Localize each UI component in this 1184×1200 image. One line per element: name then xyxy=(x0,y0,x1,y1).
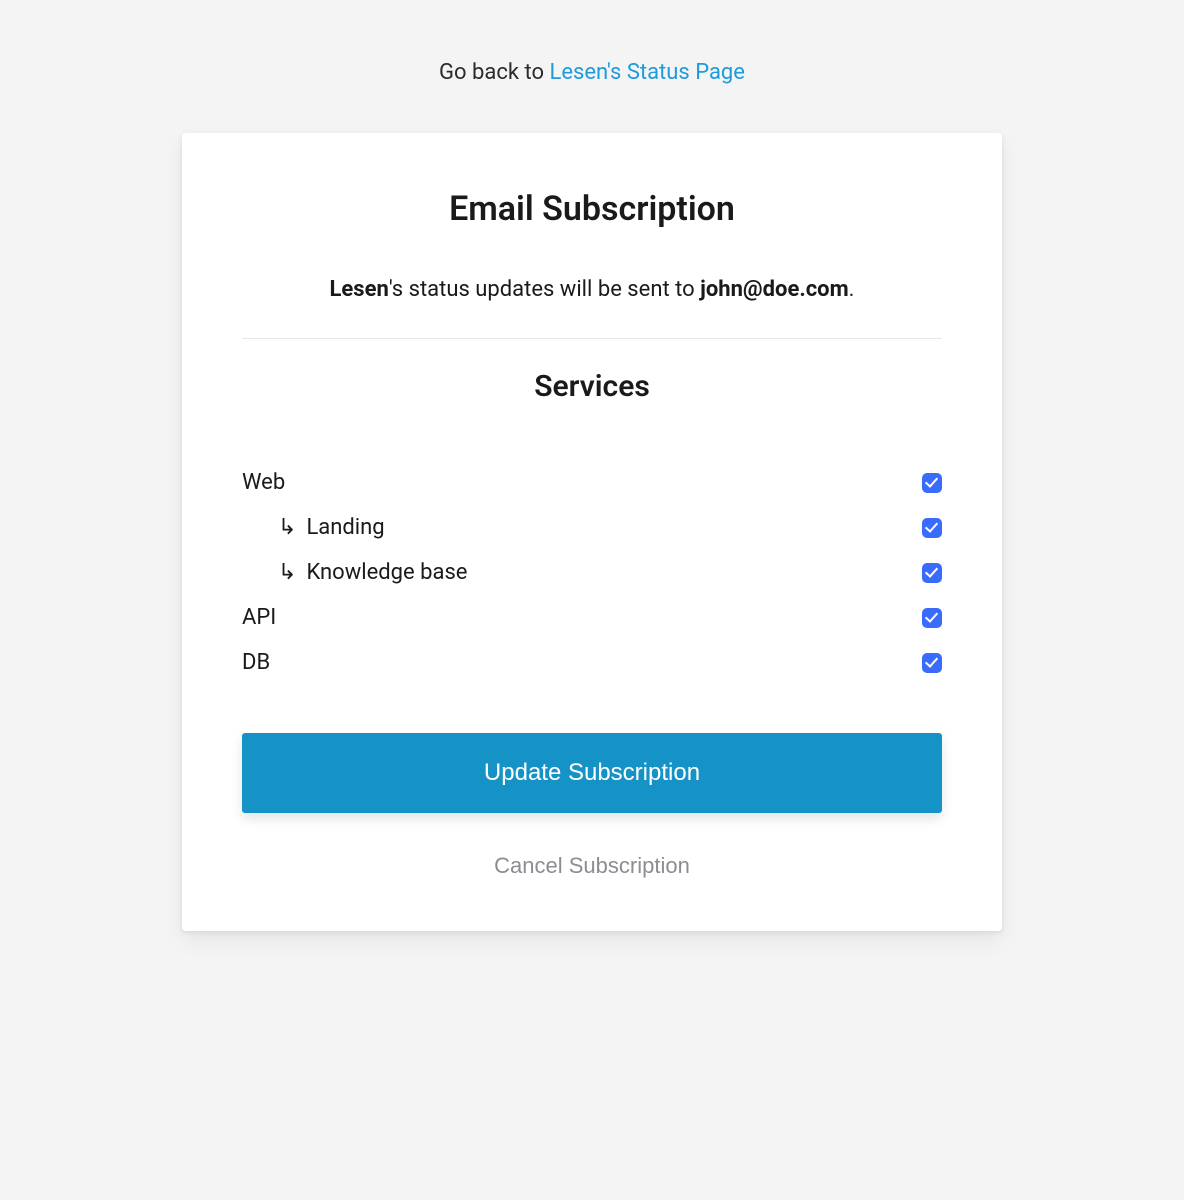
service-name: API xyxy=(242,605,276,630)
services-heading: Services xyxy=(242,369,942,404)
service-label: DB xyxy=(242,650,270,675)
divider xyxy=(242,338,942,339)
service-checkbox[interactable] xyxy=(922,473,942,493)
services-list: Web ↳ Landing ↳ Knowledge base API DB xyxy=(242,460,942,685)
service-name: Web xyxy=(242,470,285,495)
update-subscription-button[interactable]: Update Subscription xyxy=(242,733,942,813)
intro-text: Lesen's status updates will be sent to j… xyxy=(242,273,942,306)
back-line: Go back to Lesen's Status Page xyxy=(182,60,1002,85)
service-checkbox[interactable] xyxy=(922,518,942,538)
service-row: Web xyxy=(242,460,942,505)
child-arrow-icon: ↳ xyxy=(278,562,296,584)
service-name: ↳ Landing xyxy=(242,515,385,540)
service-name: ↳ Knowledge base xyxy=(242,560,467,585)
cancel-subscription-button[interactable]: Cancel Subscription xyxy=(242,853,942,879)
service-checkbox[interactable] xyxy=(922,608,942,628)
service-row: DB xyxy=(242,640,942,685)
child-arrow-icon: ↳ xyxy=(278,517,296,539)
back-link[interactable]: Lesen's Status Page xyxy=(549,60,744,85)
intro-mid: 's status updates will be sent to xyxy=(389,277,700,302)
org-name: Lesen xyxy=(330,277,389,302)
subscription-card: Email Subscription Lesen's status update… xyxy=(182,133,1002,931)
service-label: Web xyxy=(242,470,285,495)
intro-suffix: . xyxy=(849,277,855,302)
service-row: API xyxy=(242,595,942,640)
service-row: ↳ Knowledge base xyxy=(242,550,942,595)
service-label: API xyxy=(242,605,276,630)
service-name: DB xyxy=(242,650,270,675)
subscriber-email: john@doe.com xyxy=(700,277,849,302)
service-row: ↳ Landing xyxy=(242,505,942,550)
service-checkbox[interactable] xyxy=(922,653,942,673)
back-prefix: Go back to xyxy=(439,60,549,85)
service-checkbox[interactable] xyxy=(922,563,942,583)
service-label: Landing xyxy=(306,515,384,540)
service-label: Knowledge base xyxy=(306,560,467,585)
page-title: Email Subscription xyxy=(242,189,942,229)
